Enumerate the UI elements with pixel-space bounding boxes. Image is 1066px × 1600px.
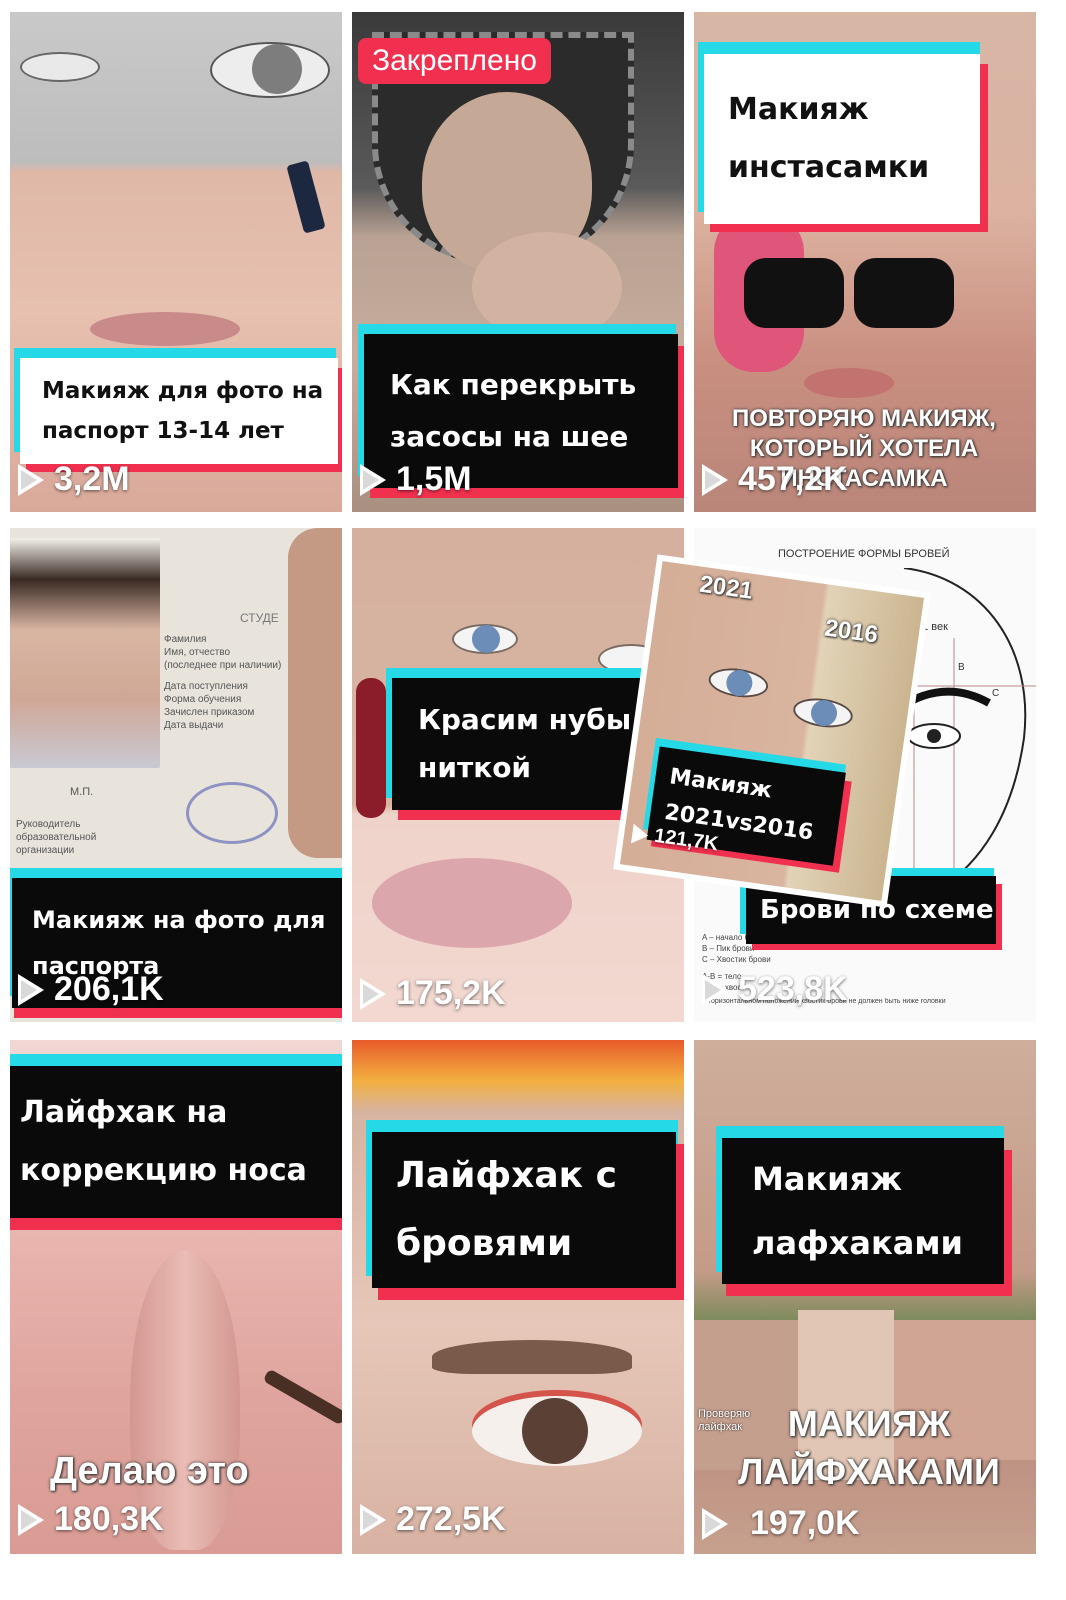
play-icon xyxy=(702,973,728,1006)
view-count: 523,8K xyxy=(702,970,848,1009)
play-icon xyxy=(18,463,44,496)
play-icon xyxy=(702,1507,728,1540)
doc-footer: Руководитель образовательной организации xyxy=(16,818,96,857)
view-count-value: 272,5K xyxy=(396,1500,506,1538)
video-overlay-text: Делаю это xyxy=(50,1450,249,1492)
id-photo xyxy=(10,538,160,768)
lips xyxy=(90,312,240,346)
caption-line: Как перекрыть xyxy=(390,368,637,401)
inset-thumbnail: 2021 2016 Макияж 2021vs2016 121,7K xyxy=(619,561,925,901)
iris-right xyxy=(252,44,302,94)
view-count-value: 3,2M xyxy=(54,460,130,498)
doc-row: Зачислен приказом xyxy=(164,707,255,718)
view-count-value: 523,8K xyxy=(738,970,848,1008)
stamp-circle xyxy=(186,782,278,844)
view-count: 197,0K xyxy=(702,1504,860,1543)
view-count-value: 1,5M xyxy=(396,460,472,498)
view-count-value: 180,3K xyxy=(54,1500,164,1538)
caption-line: Макияж для фото на xyxy=(42,378,324,404)
video-tile-7[interactable]: Лайфхак на коррекцию носа Делаю это 180,… xyxy=(10,1040,342,1554)
view-count: 175,2K xyxy=(360,974,506,1013)
view-count-value: 197,0K xyxy=(750,1504,860,1542)
inset-video-card[interactable]: 2021 2016 Макияж 2021vs2016 121,7K xyxy=(613,554,931,908)
caption-line: лафхаками xyxy=(752,1224,963,1262)
legend-line: C – Хвостик брови xyxy=(702,955,771,964)
caption-line: коррекцию носа xyxy=(20,1153,307,1188)
view-count-value: 206,1K xyxy=(54,970,164,1008)
view-count: 3,2M xyxy=(18,460,130,499)
play-icon xyxy=(360,463,386,496)
doc-footer-line: организации xyxy=(16,845,75,856)
play-icon xyxy=(18,973,44,1006)
video-tile-9[interactable]: Макияж лафхаками Проверяю лайфхак МАКИЯЖ… xyxy=(694,1040,1036,1554)
overlay-line: ЛАЙФХАКАМИ xyxy=(738,1451,1000,1492)
chart-header: ПОСТРОЕНИЕ ФОРМЫ БРОВЕЙ xyxy=(778,548,950,560)
overlay-line: ПОВТОРЯЮ МАКИЯЖ, xyxy=(732,405,996,432)
doc-title: СТУДЕ xyxy=(240,611,279,625)
overlay-line: МАКИЯЖ xyxy=(787,1403,951,1444)
caption-line: Лайфхак с xyxy=(396,1155,617,1196)
play-icon xyxy=(18,1503,44,1536)
play-icon xyxy=(360,1503,386,1536)
caption-line: Макияж xyxy=(728,92,869,127)
doc-row: Имя, отчество xyxy=(164,647,231,658)
iris xyxy=(522,1398,588,1464)
view-count: 1,5M xyxy=(360,460,472,499)
caption-line: Макияж на фото для xyxy=(32,906,326,934)
doc-footer-line: Руководитель xyxy=(16,819,81,830)
document-text: СТУДЕ Фамилия Имя, отчество (последнее п… xyxy=(164,612,282,732)
play-icon xyxy=(702,463,728,496)
caption-card-8: Лайфхак с бровями xyxy=(366,1120,684,1300)
doc-footer-line: образовательной xyxy=(16,832,97,843)
view-count: 457,2K xyxy=(702,460,848,499)
caption-line: засосы на шее xyxy=(390,420,629,453)
brow xyxy=(432,1340,632,1374)
doc-row: Форма обучения xyxy=(164,694,242,705)
caption-line: инстасамки xyxy=(728,150,930,185)
doc-row: (последнее при наличии) xyxy=(164,660,282,671)
view-count-value: 457,2K xyxy=(738,460,848,498)
video-tile-8[interactable]: Лайфхак с бровями 272,5K xyxy=(352,1040,684,1554)
year-label: 2016 xyxy=(822,614,880,649)
eye-left xyxy=(20,52,100,82)
caption-card-1: Макияж для фото на паспорт 13-14 лет xyxy=(14,348,342,472)
inset-caption-card: Макияж 2021vs2016 xyxy=(641,737,854,875)
caption-line: бровями xyxy=(396,1223,573,1264)
video-overlay-text: МАКИЯЖ ЛАЙФХАКАМИ xyxy=(714,1400,1024,1496)
caption-line: паспорт 13-14 лет xyxy=(42,418,284,444)
view-count: 180,3K xyxy=(18,1500,164,1539)
doc-row: Фамилия xyxy=(164,634,207,645)
caption-card-3: Макияж инстасамки xyxy=(698,42,988,232)
caption-line: Лайфхак на xyxy=(20,1095,228,1130)
earring xyxy=(356,678,386,818)
iris-left xyxy=(472,625,500,653)
sunglasses-left xyxy=(744,258,844,328)
lips xyxy=(804,368,894,398)
thumb xyxy=(288,528,342,858)
sunglasses-right xyxy=(854,258,954,328)
caption-card-9: Макияж лафхаками xyxy=(716,1126,1012,1296)
view-count: 206,1K xyxy=(18,970,164,1009)
caption-card-7: Лайфхак на коррекцию носа xyxy=(10,1054,342,1230)
view-count-value: 175,2K xyxy=(396,974,506,1012)
year-label: 2021 xyxy=(697,570,755,605)
play-icon xyxy=(360,977,386,1010)
doc-stamp-label: М.П. xyxy=(70,786,94,798)
diagram-label: C xyxy=(992,688,999,699)
doc-row: Дата поступления xyxy=(164,681,248,692)
play-icon xyxy=(631,823,650,846)
video-tile-1[interactable]: Макияж для фото на паспорт 13-14 лет 3,2… xyxy=(10,12,342,512)
video-tile-2[interactable]: Закреплено Как перекрыть засосы на шее 1… xyxy=(352,12,684,512)
caption-line: ниткой xyxy=(418,751,532,784)
view-count: 272,5K xyxy=(360,1500,506,1539)
lips xyxy=(372,858,572,948)
caption-line: Красим нубы xyxy=(418,703,632,736)
diagram-label: B xyxy=(958,662,965,673)
doc-row: Дата выдачи xyxy=(164,720,224,731)
video-tile-4[interactable]: СТУДЕ Фамилия Имя, отчество (последнее п… xyxy=(10,528,342,1022)
pinned-badge: Закреплено xyxy=(358,38,551,84)
video-tile-3[interactable]: Макияж инстасамки ПОВТОРЯЮ МАКИЯЖ, КОТОР… xyxy=(694,12,1036,512)
caption-line: Макияж xyxy=(752,1160,902,1198)
